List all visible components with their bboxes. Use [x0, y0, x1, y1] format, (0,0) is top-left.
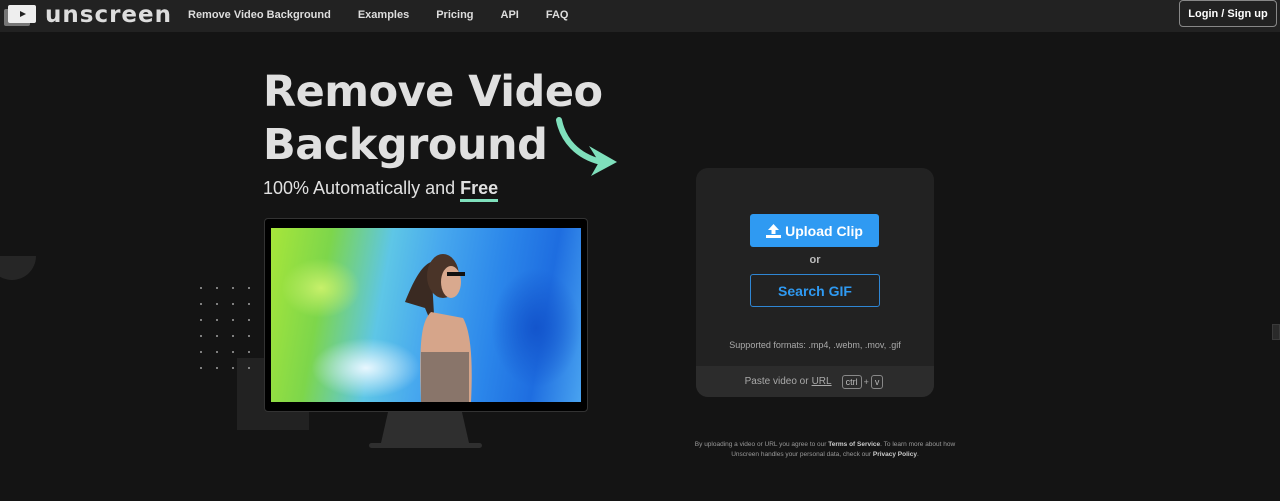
title-line-1: Remove Video	[263, 67, 603, 117]
decorative-dot-grid	[193, 280, 263, 380]
nav-examples[interactable]: Examples	[358, 9, 409, 21]
upload-clip-button[interactable]: Upload Clip	[750, 214, 879, 247]
title-line-2: Background	[263, 120, 548, 170]
side-feedback-tab[interactable]	[1272, 324, 1280, 340]
subtitle-text: 100% Automatically and	[263, 178, 461, 198]
top-navigation-bar: unscreen Remove Video Background Example…	[0, 0, 1280, 32]
terms-disclaimer: By uploading a video or URL you agree to…	[680, 440, 970, 460]
unscreen-logo[interactable]: unscreen	[4, 2, 172, 28]
main-nav: Remove Video Background Examples Pricing…	[188, 0, 595, 30]
nav-faq[interactable]: FAQ	[546, 9, 569, 21]
nav-remove-video-background[interactable]: Remove Video Background	[188, 9, 331, 21]
supported-formats: Supported formats: .mp4, .webm, .mov, .g…	[729, 340, 901, 350]
nav-pricing[interactable]: Pricing	[436, 9, 473, 21]
demo-monitor	[264, 218, 588, 412]
disclaimer-text-1: By uploading a video or URL you agree to…	[694, 441, 829, 448]
person-silhouette-image	[405, 254, 472, 402]
or-separator: or	[809, 254, 821, 266]
privacy-policy-link[interactable]: Privacy Policy	[873, 451, 917, 458]
upload-clip-label: Upload Clip	[785, 222, 863, 239]
upload-card: Upload Clip or Search GIF Supported form…	[696, 168, 934, 397]
v-key: v	[870, 374, 884, 389]
decorative-half-circle	[0, 256, 36, 280]
paste-bar: Paste video or URL ctrl + v	[696, 366, 934, 397]
paste-url-link[interactable]: URL	[812, 376, 832, 387]
subtitle-highlight: Free	[460, 178, 499, 202]
search-gif-button[interactable]: Search GIF	[750, 274, 880, 307]
curved-arrow-icon	[556, 117, 617, 176]
monitor-base	[369, 443, 482, 448]
logo-text: unscreen	[45, 2, 172, 28]
terms-of-service-link[interactable]: Terms of Service	[828, 441, 880, 448]
disclaimer-text-3: .	[916, 451, 919, 458]
page-title: Remove Video Background	[263, 66, 603, 172]
ctrl-key: ctrl	[841, 374, 862, 389]
video-logo-icon	[4, 3, 36, 27]
plus-sign: +	[863, 376, 869, 387]
paste-text: Paste video or	[744, 376, 809, 387]
demo-video[interactable]	[271, 228, 581, 402]
nav-api[interactable]: API	[501, 9, 519, 21]
login-signup-button[interactable]: Login / Sign up	[1179, 0, 1277, 27]
page-subtitle: 100% Automatically and Free	[263, 178, 499, 202]
upload-icon	[766, 223, 782, 238]
monitor-stand	[381, 412, 469, 443]
